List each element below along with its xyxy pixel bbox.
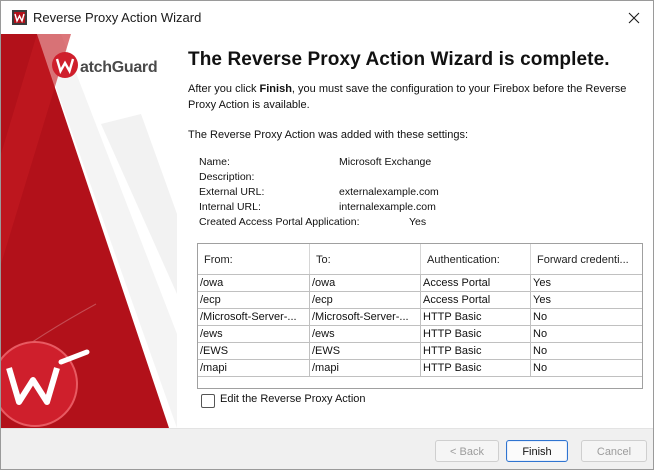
finish-button[interactable]: Finish — [506, 440, 568, 462]
edit-action-label[interactable]: Edit the Reverse Proxy Action — [220, 393, 366, 405]
close-icon — [628, 12, 640, 24]
cell-from: /ecp — [198, 292, 310, 308]
setting-value-internal-url: internalexample.com — [339, 201, 436, 213]
cell-from: /owa — [198, 275, 310, 291]
title-bar: Reverse Proxy Action Wizard — [1, 1, 653, 34]
cell-authentication: HTTP Basic — [421, 343, 531, 359]
back-button[interactable]: < Back — [435, 440, 499, 462]
table-row[interactable]: /ecp /ecp Access Portal Yes — [198, 291, 642, 308]
watchguard-logo: atchGuard — [51, 48, 166, 84]
settings-intro: The Reverse Proxy Action was added with … — [188, 129, 469, 141]
brand-side-panel: atchGuard — [1, 34, 177, 428]
cell-authentication: Access Portal — [421, 292, 531, 308]
cell-to: /ecp — [310, 292, 421, 308]
setting-value-access-portal: Yes — [409, 216, 427, 228]
cell-to: /mapi — [310, 360, 421, 376]
setting-value-external-url: externalexample.com — [339, 186, 439, 198]
completion-heading: The Reverse Proxy Action Wizard is compl… — [188, 49, 610, 70]
column-header-authentication[interactable]: Authentication: — [421, 244, 531, 274]
close-button[interactable] — [621, 6, 647, 30]
watchguard-emblem-icon — [1, 341, 90, 427]
cell-authentication: Access Portal — [421, 275, 531, 291]
intro-paragraph: After you click Finish, you must save th… — [188, 81, 628, 113]
setting-value-name: Microsoft Exchange — [339, 156, 432, 168]
cell-to: /Microsoft-Server-... — [310, 309, 421, 325]
cell-forward-credentials: Yes — [533, 277, 551, 289]
table-row[interactable]: /ews /ews HTTP Basic No — [198, 325, 642, 342]
cell-to: /owa — [310, 275, 421, 291]
cell-forward-credentials: No — [533, 328, 548, 340]
edit-action-checkbox[interactable] — [201, 394, 215, 408]
table-row[interactable]: /mapi /mapi HTTP Basic No — [198, 359, 642, 377]
table-row[interactable]: /owa /owa Access Portal Yes — [198, 274, 642, 291]
column-header-forward-credentials[interactable]: Forward credenti... — [531, 244, 642, 274]
cell-forward-credentials: No — [533, 311, 548, 323]
cell-forward-credentials: No — [533, 362, 548, 374]
path-mapping-table[interactable]: From: To: Authentication: Forward creden… — [197, 243, 643, 389]
cell-authentication: HTTP Basic — [421, 360, 531, 376]
cell-forward-credentials: No — [533, 345, 548, 357]
cell-from: /Microsoft-Server-... — [198, 309, 310, 325]
cell-authentication: HTTP Basic — [421, 309, 531, 325]
cell-to: /EWS — [310, 343, 421, 359]
intro-text-start: After you click — [188, 83, 260, 95]
window-title: Reverse Proxy Action Wizard — [33, 10, 202, 25]
cell-from: /ews — [198, 326, 310, 342]
column-header-from[interactable]: From: — [198, 244, 310, 274]
setting-label-access-portal: Created Access Portal Application: — [199, 216, 360, 228]
setting-label-internal-url: Internal URL: — [199, 201, 261, 213]
cell-to: /ews — [310, 326, 421, 342]
wizard-window: Reverse Proxy Action Wizard atchGuard Th… — [0, 0, 654, 470]
cell-authentication: HTTP Basic — [421, 326, 531, 342]
wizard-footer: < Back Finish Cancel — [1, 428, 653, 469]
svg-text:atchGuard: atchGuard — [80, 59, 157, 76]
intro-finish-word: Finish — [259, 83, 292, 95]
column-header-to[interactable]: To: — [310, 244, 421, 274]
setting-label-description: Description: — [199, 171, 255, 183]
cell-forward-credentials: Yes — [533, 294, 551, 306]
table-row[interactable]: /Microsoft-Server-... /Microsoft-Server-… — [198, 308, 642, 325]
cell-from: /EWS — [198, 343, 310, 359]
cancel-button[interactable]: Cancel — [581, 440, 647, 462]
watchguard-w-logo-icon: atchGuard — [52, 52, 158, 78]
table-row[interactable]: /EWS /EWS HTTP Basic No — [198, 342, 642, 359]
setting-label-external-url: External URL: — [199, 186, 265, 198]
setting-label-name: Name: — [199, 156, 230, 168]
cell-from: /mapi — [198, 360, 310, 376]
app-icon — [12, 10, 27, 25]
